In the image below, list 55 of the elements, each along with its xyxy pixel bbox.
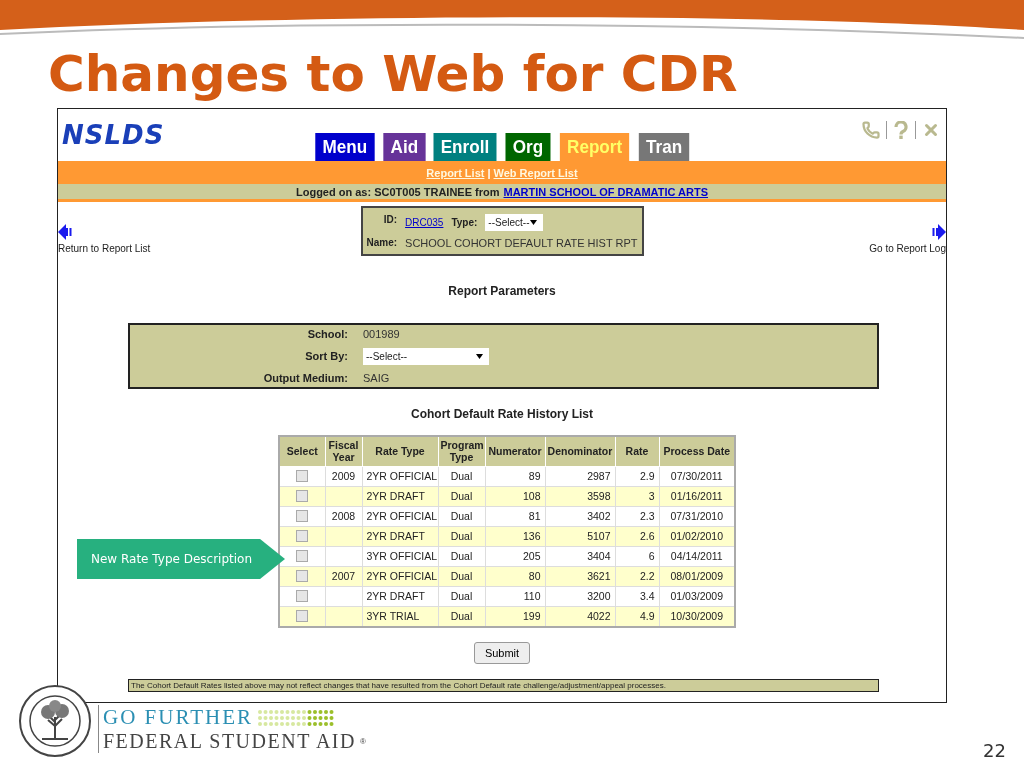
- row-checkbox[interactable]: [296, 470, 309, 482]
- column-header: Numerator: [485, 436, 545, 466]
- back-arrow-icon[interactable]: [58, 224, 72, 240]
- column-header: Rate Type: [362, 436, 438, 466]
- nav-tab[interactable]: Aid: [382, 133, 425, 161]
- row-checkbox[interactable]: [296, 510, 309, 522]
- report-name: SCHOOL COHORT DEFAULT RATE HIST RPT: [405, 236, 638, 249]
- return-link[interactable]: Return to Report List: [58, 243, 151, 254]
- parameter-value: SAIG: [363, 372, 391, 384]
- school-link[interactable]: MARTIN SCHOOL OF DRAMATIC ARTS: [503, 185, 708, 198]
- disclaimer-note: The Cohort Default Rates listed above may not reflect changes that have resulted from the Cohort Default rate challenge/adjustment/appeal processes.: [128, 678, 879, 692]
- caret-icon: [476, 353, 483, 359]
- row-checkbox[interactable]: [296, 530, 309, 542]
- close-icon[interactable]: [922, 121, 940, 139]
- report-id-link[interactable]: DRC035: [405, 216, 444, 228]
- brand-name: FEDERAL STUDENT AID: [103, 730, 356, 753]
- nav-tab[interactable]: Menu: [315, 133, 375, 161]
- id-label: ID:: [382, 213, 398, 227]
- brand-tagline: GO FURTHER: [103, 705, 253, 730]
- column-header: Denominator: [545, 436, 615, 466]
- nav-tab[interactable]: Enroll: [433, 133, 497, 161]
- parameter-label: Sort By:: [304, 350, 348, 362]
- submit-button[interactable]: Submit: [473, 641, 531, 664]
- registered-mark: ®: [359, 737, 366, 746]
- column-header: Process Date: [659, 436, 735, 466]
- parameter-label: School:: [306, 328, 348, 340]
- name-label: Name:: [366, 236, 398, 249]
- type-select[interactable]: --Select--: [485, 213, 544, 231]
- report-log-link[interactable]: Go to Report Log: [869, 243, 946, 254]
- help-icon[interactable]: [893, 121, 909, 139]
- type-label: Type:: [451, 216, 478, 228]
- section-title: Cohort Default Rate History List: [411, 407, 593, 421]
- column-header: Program Type: [438, 436, 485, 466]
- column-header: Select: [279, 436, 325, 466]
- row-checkbox[interactable]: [296, 590, 309, 602]
- caret-icon: [530, 219, 538, 225]
- parameter-value: 001989: [363, 328, 401, 340]
- forward-arrow-icon[interactable]: [932, 224, 946, 240]
- nslds-logo: NSLDS: [61, 120, 166, 150]
- sort-select[interactable]: --Select--: [363, 347, 489, 365]
- logon-text: Logged on as: SC0T005 TRAINEE from: [295, 185, 500, 198]
- slide-title: Changes to Web for CDR: [48, 44, 739, 105]
- section-title: Report Parameters: [448, 284, 556, 298]
- page-number: 22: [983, 740, 1006, 761]
- parameter-label: Output Medium:: [262, 372, 348, 384]
- nav-tab[interactable]: Org: [505, 133, 551, 161]
- row-checkbox[interactable]: [296, 570, 309, 582]
- link-separator: |: [487, 166, 491, 179]
- nav-tab[interactable]: Tran: [638, 133, 690, 161]
- row-checkbox[interactable]: [296, 610, 309, 622]
- phone-icon[interactable]: [862, 121, 880, 139]
- row-checkbox[interactable]: [296, 490, 309, 502]
- row-checkbox[interactable]: [296, 550, 309, 562]
- column-header: Rate: [615, 436, 659, 466]
- column-header: Fiscal Year: [325, 436, 362, 466]
